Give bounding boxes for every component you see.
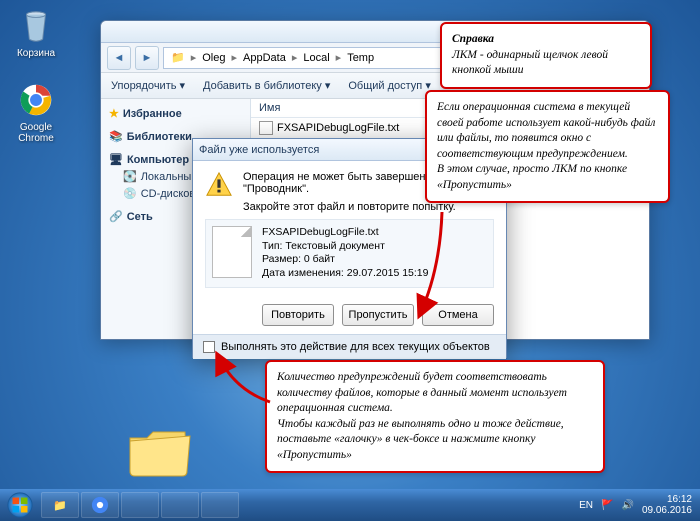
library-icon: 📚 xyxy=(109,130,123,143)
dialog-file-info: FXSAPIDebugLogFile.txt Тип: Текстовый до… xyxy=(205,219,494,288)
callout-checkbox: Количество предупреждений будет соответс… xyxy=(265,360,605,473)
cancel-button[interactable]: Отмена xyxy=(422,304,494,326)
desktop-icon-chrome[interactable]: Google Chrome xyxy=(6,80,66,144)
callout-text: Если операционная система в текущей свое… xyxy=(437,101,655,191)
apply-all-checkbox[interactable] xyxy=(203,341,215,353)
retry-button[interactable]: Повторить xyxy=(262,304,334,326)
callout-text: Количество предупреждений будет соответс… xyxy=(277,371,567,461)
system-tray: EN 🚩 🔊 16:12 09.06.2016 xyxy=(571,494,700,516)
chrome-icon xyxy=(16,80,56,120)
file-size: Размер: 0 байт xyxy=(262,253,428,267)
breadcrumb-item[interactable]: Oleg xyxy=(199,52,228,64)
network-icon: 🔗 xyxy=(109,210,123,223)
breadcrumb-folder-icon: 📁 xyxy=(168,51,188,64)
file-type: Тип: Текстовый документ xyxy=(262,240,428,254)
sidebar-favorites[interactable]: ★Избранное xyxy=(101,105,250,122)
nav-forward-button[interactable]: ► xyxy=(135,46,159,70)
dialog-title: Файл уже используется xyxy=(199,144,319,156)
skip-button[interactable]: Пропустить xyxy=(342,304,414,326)
callout-help: Справка ЛКМ - одинарный щелчок левой кно… xyxy=(440,22,652,89)
col-name[interactable]: Имя xyxy=(251,99,431,117)
desktop-icon-recycle[interactable]: Корзина xyxy=(6,6,66,59)
start-button[interactable] xyxy=(0,489,40,521)
computer-icon: 🖥 xyxy=(109,153,123,166)
dialog-checkbox-row: Выполнять это действие для всех текущих … xyxy=(193,334,506,359)
breadcrumb-item[interactable]: AppData xyxy=(240,52,289,64)
callout-heading: Справка xyxy=(452,33,494,45)
callout-text: ЛКМ - одинарный щелчок левой кнопкой мыш… xyxy=(452,49,608,77)
tray-language[interactable]: EN xyxy=(579,500,593,511)
disk-icon: 💽 xyxy=(123,170,137,183)
tray-clock[interactable]: 16:12 09.06.2016 xyxy=(642,494,692,516)
taskbar-item-explorer[interactable]: 📁 xyxy=(41,492,79,518)
warning-icon xyxy=(205,171,233,199)
checkbox-label: Выполнять это действие для всех текущих … xyxy=(221,341,490,353)
add-library-menu[interactable]: Добавить в библиотеку ▾ xyxy=(203,79,330,92)
cd-icon: 💿 xyxy=(123,187,137,200)
taskbar-item[interactable] xyxy=(161,492,199,518)
star-icon: ★ xyxy=(109,107,119,120)
folder-icon: 📁 xyxy=(53,499,67,512)
taskbar: 📁 EN 🚩 🔊 16:12 09.06.2016 xyxy=(0,489,700,521)
tray-volume-icon[interactable]: 🔊 xyxy=(621,500,633,511)
nav-back-button[interactable]: ◄ xyxy=(107,46,131,70)
organize-menu[interactable]: Упорядочить ▾ xyxy=(111,79,185,92)
share-menu[interactable]: Общий доступ ▾ xyxy=(348,79,430,92)
taskbar-item[interactable] xyxy=(121,492,159,518)
taskbar-item-chrome[interactable] xyxy=(81,492,119,518)
breadcrumb-item[interactable]: Local xyxy=(300,52,332,64)
taskbar-item[interactable] xyxy=(201,492,239,518)
file-date: Дата изменения: 29.07.2015 15:19 xyxy=(262,267,428,281)
recycle-bin-icon xyxy=(16,6,56,46)
desktop-icon-label: Google Chrome xyxy=(18,122,54,144)
file-name: FXSAPIDebugLogFile.txt xyxy=(262,226,428,240)
breadcrumb-item[interactable]: Temp xyxy=(344,52,377,64)
desktop-icon-label: Корзина xyxy=(17,48,55,59)
text-file-icon xyxy=(259,121,273,135)
folder-preview-icon xyxy=(125,426,195,481)
tray-flag-icon[interactable]: 🚩 xyxy=(601,500,613,511)
document-icon xyxy=(212,226,252,278)
callout-skip: Если операционная система в текущей свое… xyxy=(425,90,670,203)
